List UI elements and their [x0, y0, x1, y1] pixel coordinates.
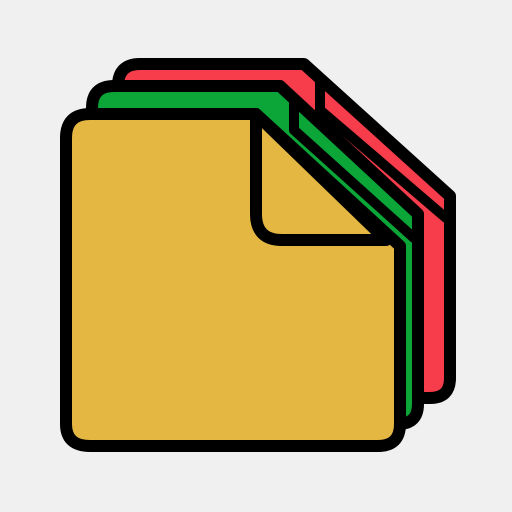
- stacked-documents-icon: [60, 58, 456, 452]
- icon-canvas: [0, 0, 512, 512]
